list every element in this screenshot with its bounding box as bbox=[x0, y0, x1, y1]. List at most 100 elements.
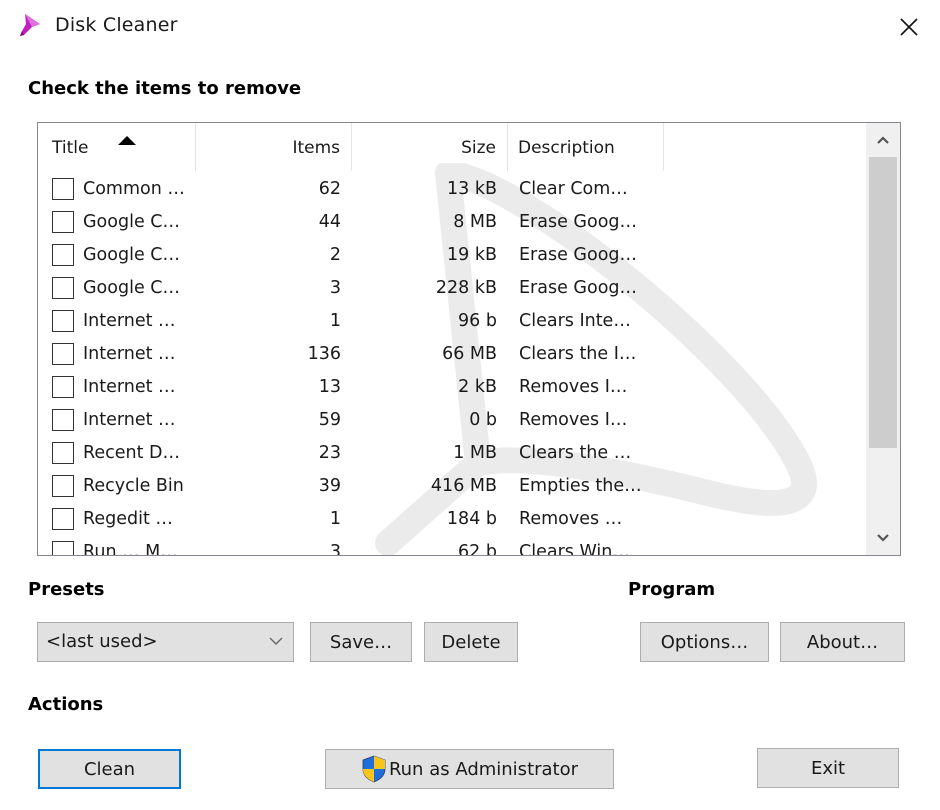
list-item[interactable]: Recycle Bin 39 416 MB Empties the… bbox=[38, 470, 864, 503]
program-heading: Program bbox=[628, 579, 716, 600]
column-header-title[interactable]: Title bbox=[38, 123, 196, 171]
item-count: 1 bbox=[329, 509, 341, 529]
list-item[interactable]: Recent D… 23 1 MB Clears the … bbox=[38, 437, 864, 470]
item-checkbox[interactable] bbox=[52, 376, 74, 398]
options-button[interactable]: Options… bbox=[640, 622, 769, 662]
item-count: 3 bbox=[329, 278, 341, 298]
item-description: Erase Goog… bbox=[519, 245, 638, 265]
exit-button[interactable]: Exit bbox=[757, 748, 899, 788]
list-item[interactable]: Internet … 59 0 b Removes I… bbox=[38, 404, 864, 437]
item-count: 1 bbox=[329, 311, 341, 331]
scroll-down-button[interactable] bbox=[866, 521, 900, 555]
run-as-administrator-button[interactable]: Run as Administrator bbox=[325, 749, 614, 789]
item-count: 23 bbox=[318, 443, 341, 463]
vertical-scrollbar[interactable] bbox=[866, 123, 900, 555]
chevron-down-icon bbox=[269, 637, 283, 645]
item-checkbox[interactable] bbox=[52, 277, 74, 299]
column-header-description[interactable]: Description bbox=[508, 123, 664, 171]
list-item[interactable]: Internet … 13 2 kB Removes I… bbox=[38, 371, 864, 404]
item-description: Erase Goog… bbox=[519, 278, 638, 298]
item-count: 44 bbox=[318, 212, 341, 232]
list-item[interactable]: Internet … 1 96 b Clears Inte… bbox=[38, 305, 864, 338]
item-title: Common … bbox=[83, 179, 185, 199]
item-count: 62 bbox=[318, 179, 341, 199]
item-description: Clear Com… bbox=[519, 179, 628, 199]
item-size: 1 MB bbox=[453, 443, 497, 463]
column-items-label: Items bbox=[292, 138, 340, 158]
scrollbar-thumb[interactable] bbox=[869, 157, 897, 449]
item-checkbox[interactable] bbox=[52, 244, 74, 266]
item-title: Recent D… bbox=[83, 443, 181, 463]
list-item[interactable]: Regedit … 1 184 b Removes … bbox=[38, 503, 864, 536]
item-title: Regedit … bbox=[83, 509, 173, 529]
presets-selected-value: <last used> bbox=[46, 631, 158, 652]
item-description: Clears Inte… bbox=[519, 311, 631, 331]
item-size: 13 kB bbox=[447, 179, 497, 199]
column-description-label: Description bbox=[518, 138, 615, 158]
column-size-label: Size bbox=[461, 138, 496, 158]
close-icon[interactable] bbox=[892, 10, 926, 44]
item-title: Internet … bbox=[83, 377, 176, 397]
column-title-label: Title bbox=[52, 138, 89, 158]
sort-ascending-icon bbox=[118, 136, 136, 145]
item-description: Clears the … bbox=[519, 443, 632, 463]
item-checkbox[interactable] bbox=[52, 475, 74, 497]
scroll-up-button[interactable] bbox=[866, 123, 900, 157]
clean-button[interactable]: Clean bbox=[38, 749, 181, 789]
delete-preset-button[interactable]: Delete bbox=[424, 622, 518, 662]
column-header-items[interactable]: Items bbox=[196, 123, 352, 171]
uac-shield-icon bbox=[362, 755, 386, 783]
actions-heading: Actions bbox=[28, 694, 104, 715]
item-title: Google C… bbox=[83, 245, 180, 265]
list-item[interactable]: Google C… 2 19 kB Erase Goog… bbox=[38, 239, 864, 272]
presets-heading: Presets bbox=[28, 579, 105, 600]
item-count: 59 bbox=[318, 410, 341, 430]
item-size: 19 kB bbox=[447, 245, 497, 265]
item-size: 66 MB bbox=[442, 344, 497, 364]
item-size: 96 b bbox=[458, 311, 497, 331]
list-item[interactable]: Google C… 3 228 kB Erase Goog… bbox=[38, 272, 864, 305]
item-title: Internet … bbox=[83, 311, 176, 331]
list-item[interactable]: Run … M… 3 62 b Clears Win… bbox=[38, 536, 864, 556]
item-checkbox[interactable] bbox=[52, 211, 74, 233]
item-checkbox[interactable] bbox=[52, 409, 74, 431]
item-description: Removes I… bbox=[519, 410, 628, 430]
item-count: 2 bbox=[329, 245, 341, 265]
item-count: 13 bbox=[318, 377, 341, 397]
list-item[interactable]: Common … 62 13 kB Clear Com… bbox=[38, 173, 864, 206]
item-title: Google C… bbox=[83, 212, 180, 232]
item-size: 184 b bbox=[446, 509, 497, 529]
item-title: Recycle Bin bbox=[83, 476, 184, 496]
cleanup-items-list[interactable]: Title Items Size Description Common … 62 1… bbox=[37, 122, 901, 556]
column-header-size[interactable]: Size bbox=[352, 123, 508, 171]
item-title: Internet … bbox=[83, 344, 176, 364]
item-description: Removes I… bbox=[519, 377, 628, 397]
item-size: 8 MB bbox=[453, 212, 497, 232]
list-item[interactable]: Google C… 44 8 MB Erase Goog… bbox=[38, 206, 864, 239]
item-count: 3 bbox=[329, 542, 341, 556]
chevron-down-icon bbox=[877, 534, 889, 542]
item-checkbox[interactable] bbox=[52, 310, 74, 332]
item-description: Erase Goog… bbox=[519, 212, 638, 232]
item-checkbox[interactable] bbox=[52, 508, 74, 530]
item-title: Internet … bbox=[83, 410, 176, 430]
item-checkbox[interactable] bbox=[52, 442, 74, 464]
list-header: Title Items Size Description bbox=[38, 123, 864, 171]
item-count: 39 bbox=[318, 476, 341, 496]
presets-dropdown[interactable]: <last used> bbox=[37, 622, 294, 662]
save-preset-button[interactable]: Save… bbox=[310, 622, 412, 662]
item-checkbox[interactable] bbox=[52, 178, 74, 200]
item-checkbox[interactable] bbox=[52, 541, 74, 555]
about-button[interactable]: About… bbox=[780, 622, 905, 662]
window-title: Disk Cleaner bbox=[55, 14, 178, 36]
list-item[interactable]: Internet … 136 66 MB Clears the I… bbox=[38, 338, 864, 371]
run-as-administrator-label: Run as Administrator bbox=[388, 758, 579, 780]
funnel-icon bbox=[20, 14, 40, 36]
item-size: 0 b bbox=[469, 410, 497, 430]
item-description: Clears Win… bbox=[519, 542, 630, 556]
item-description: Removes … bbox=[519, 509, 623, 529]
item-checkbox[interactable] bbox=[52, 343, 74, 365]
chevron-up-icon bbox=[877, 136, 889, 144]
item-count: 136 bbox=[307, 344, 341, 364]
item-size: 416 MB bbox=[430, 476, 497, 496]
